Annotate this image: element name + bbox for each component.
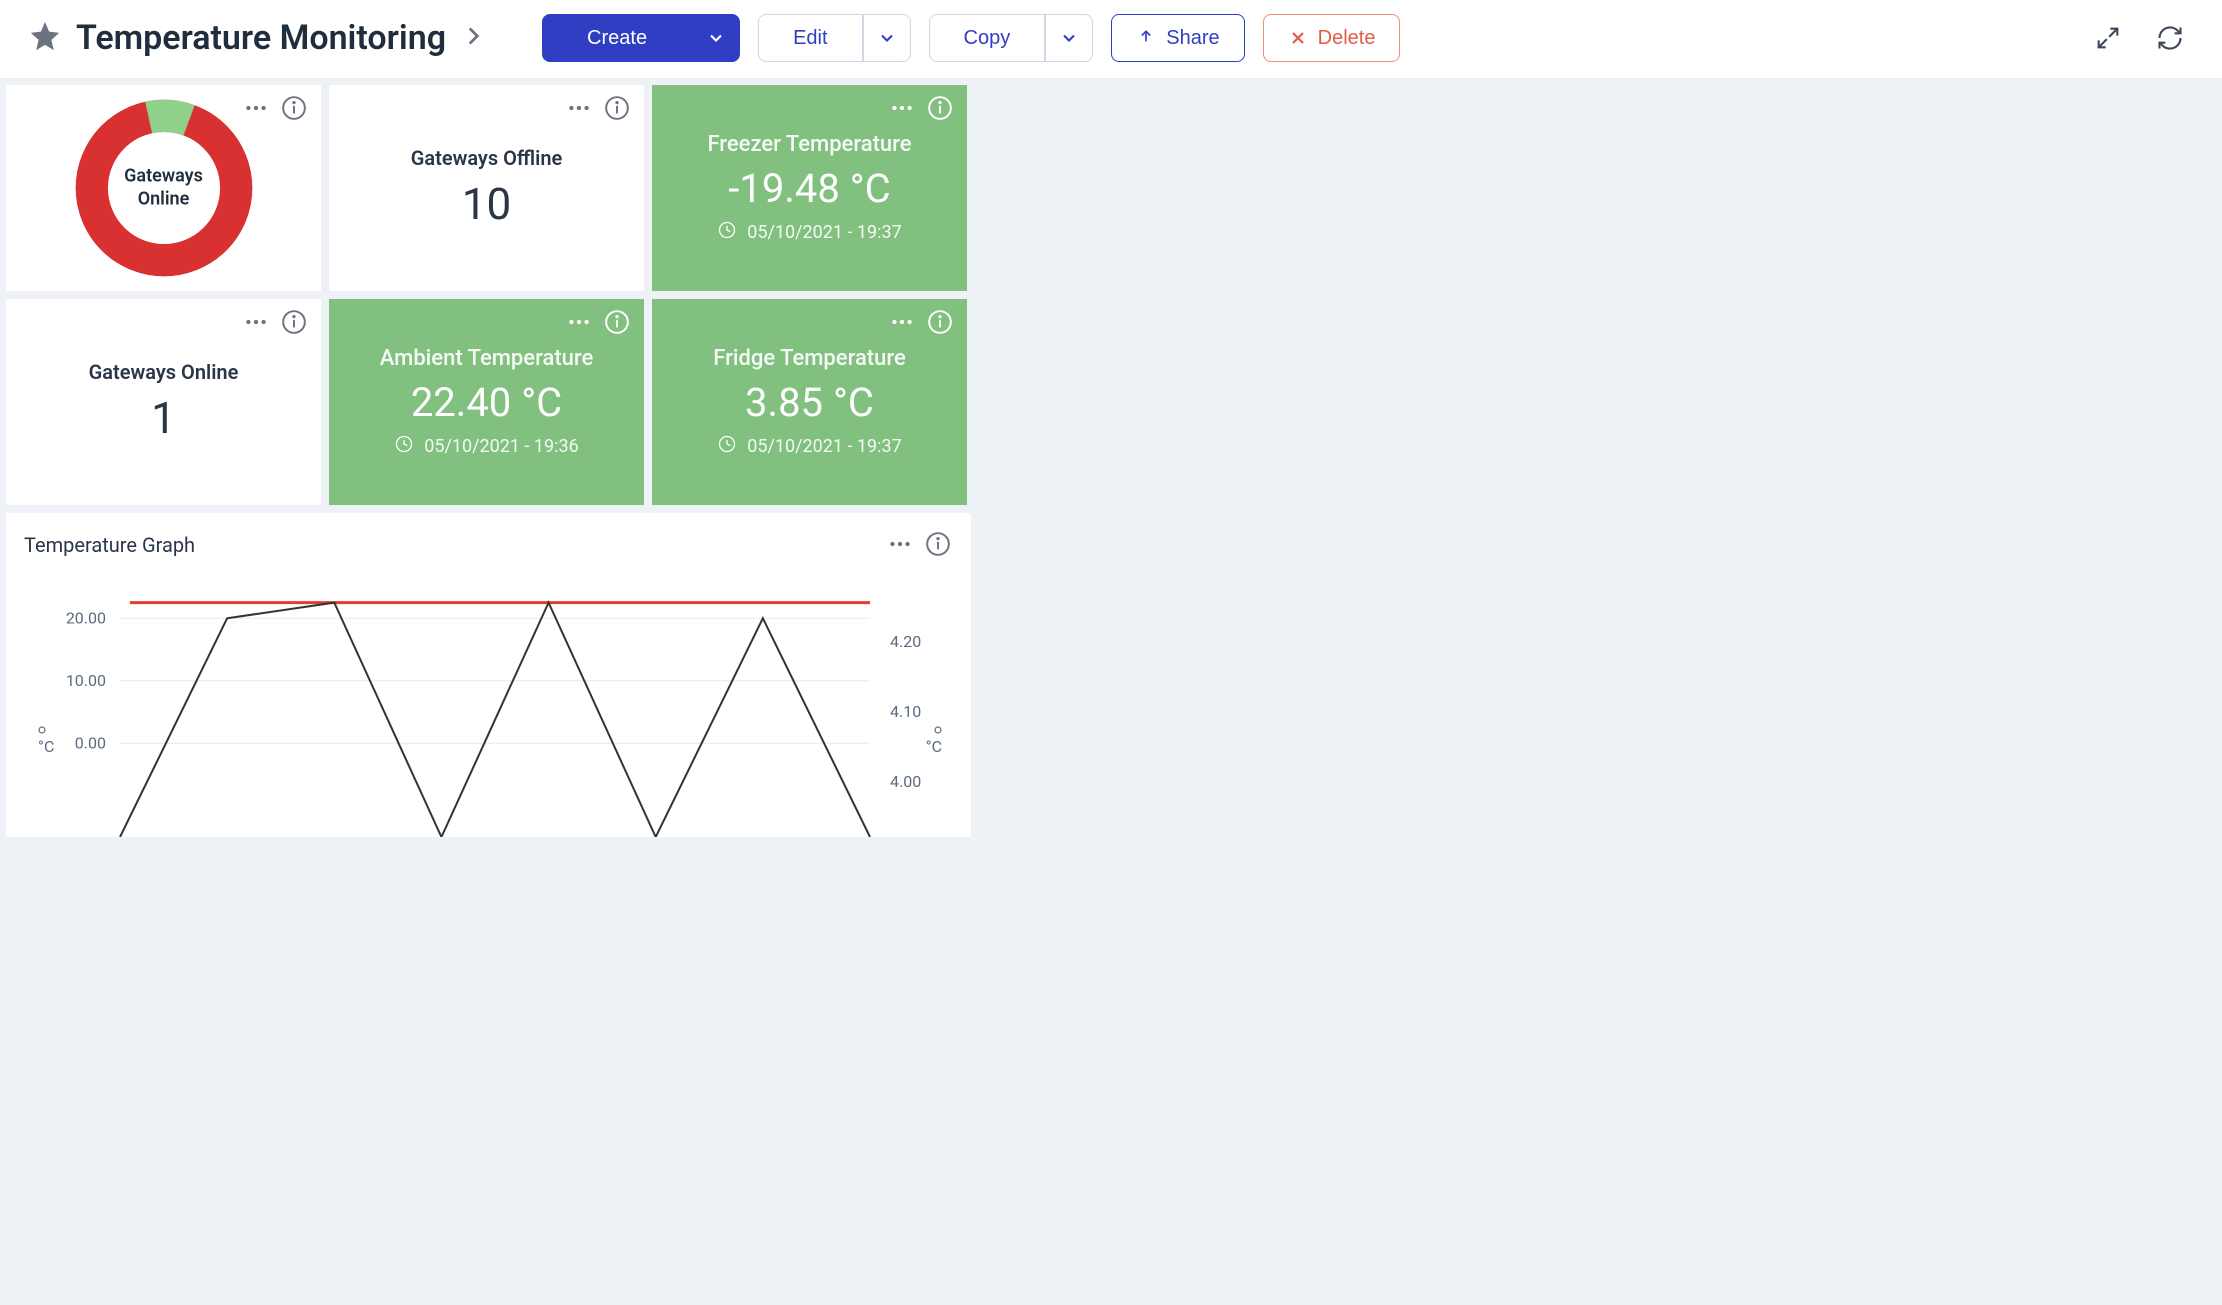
metric-timestamp: 05/10/2021 - 19:37 — [717, 434, 902, 459]
svg-text:20.00: 20.00 — [66, 608, 106, 627]
metric-label: Fridge Temperature — [713, 346, 905, 371]
header-bar: Temperature Monitoring Create Edit Copy — [0, 0, 2222, 79]
metric-value: 10 — [462, 178, 511, 230]
clock-icon — [717, 220, 737, 245]
more-icon[interactable] — [889, 309, 915, 339]
spacer — [975, 85, 2216, 291]
clock-icon — [717, 434, 737, 459]
fridge-temperature-card: Fridge Temperature 3.85 °C 05/10/2021 - … — [652, 299, 967, 505]
title-block: Temperature Monitoring — [28, 18, 486, 58]
svg-text:0.00: 0.00 — [75, 733, 106, 752]
copy-button[interactable]: Copy — [929, 14, 1046, 62]
metric-label: Gateways Offline — [411, 146, 563, 170]
toolbar-buttons: Create Edit Copy Share — [542, 14, 1400, 62]
svg-text:4.20: 4.20 — [890, 632, 921, 651]
info-icon[interactable] — [927, 309, 953, 339]
metric-label: Freezer Temperature — [707, 132, 911, 157]
info-icon[interactable] — [604, 309, 630, 339]
svg-text:°C: °C — [926, 737, 942, 756]
temperature-graph-card: Temperature Graph 20.00 10.00 0.00 °C 4.20 4.… — [6, 513, 971, 837]
metric-value: -19.48 °C — [728, 165, 890, 212]
clock-icon — [394, 434, 414, 459]
metric-timestamp: 05/10/2021 - 19:36 — [394, 434, 579, 459]
more-icon[interactable] — [243, 309, 269, 339]
share-icon — [1136, 28, 1156, 48]
metric-value: 22.40 °C — [411, 379, 562, 426]
close-icon — [1288, 28, 1308, 48]
copy-split-button: Copy — [929, 14, 1094, 62]
expand-icon[interactable] — [2094, 24, 2122, 52]
dashboard-content: GatewaysOnline Gateways Offline 10 Freez… — [0, 79, 2222, 1305]
create-dropdown[interactable] — [692, 14, 740, 62]
card-row-2: Gateways Online 1 Ambient Temperature 22… — [6, 299, 2216, 505]
star-icon[interactable] — [28, 19, 62, 57]
freezer-temperature-card: Freezer Temperature -19.48 °C 05/10/2021… — [652, 85, 967, 291]
copy-dropdown[interactable] — [1045, 14, 1093, 62]
gateways-online-card: Gateways Online 1 — [6, 299, 321, 505]
metric-label: Ambient Temperature — [380, 346, 594, 371]
more-icon[interactable] — [566, 309, 592, 339]
ambient-temperature-card: Ambient Temperature 22.40 °C 05/10/2021 … — [329, 299, 644, 505]
edit-split-button: Edit — [758, 14, 910, 62]
svg-text:4.10: 4.10 — [890, 702, 921, 721]
more-icon[interactable] — [566, 95, 592, 125]
metric-value: 3.85 °C — [745, 379, 874, 426]
page-title: Temperature Monitoring — [76, 18, 446, 58]
donut-center-label: GatewaysOnline — [124, 166, 203, 211]
share-label: Share — [1166, 27, 1219, 50]
metric-label: Gateways Online — [89, 360, 239, 384]
chart-title: Temperature Graph — [20, 533, 957, 557]
create-split-button: Create — [542, 14, 740, 62]
delete-button[interactable]: Delete — [1263, 14, 1401, 62]
spacer — [975, 299, 2216, 505]
info-icon[interactable] — [604, 95, 630, 125]
share-button[interactable]: Share — [1111, 14, 1244, 62]
svg-text:10.00: 10.00 — [66, 671, 106, 690]
gateways-donut-card: GatewaysOnline — [6, 85, 321, 291]
edit-dropdown[interactable] — [863, 14, 911, 62]
info-icon[interactable] — [281, 309, 307, 339]
more-icon[interactable] — [889, 95, 915, 125]
delete-label: Delete — [1318, 27, 1376, 50]
more-icon[interactable] — [887, 531, 913, 561]
chart-area: 20.00 10.00 0.00 °C 4.20 4.10 4.00 °C — [20, 577, 957, 837]
info-icon[interactable] — [927, 95, 953, 125]
info-icon[interactable] — [925, 531, 951, 561]
create-button[interactable]: Create — [542, 14, 692, 62]
metric-value: 1 — [151, 392, 176, 444]
refresh-icon[interactable] — [2156, 24, 2184, 52]
svg-text:4.00: 4.00 — [890, 772, 921, 791]
gateways-offline-card: Gateways Offline 10 — [329, 85, 644, 291]
card-row-1: GatewaysOnline Gateways Offline 10 Freez… — [6, 85, 2216, 291]
chevron-right-icon[interactable] — [460, 23, 486, 53]
svg-text:°C: °C — [38, 737, 54, 756]
line-chart: 20.00 10.00 0.00 °C 4.20 4.10 4.00 °C — [20, 577, 960, 837]
edit-button[interactable]: Edit — [758, 14, 862, 62]
metric-timestamp: 05/10/2021 - 19:37 — [717, 220, 902, 245]
header-right-actions — [2094, 24, 2194, 52]
